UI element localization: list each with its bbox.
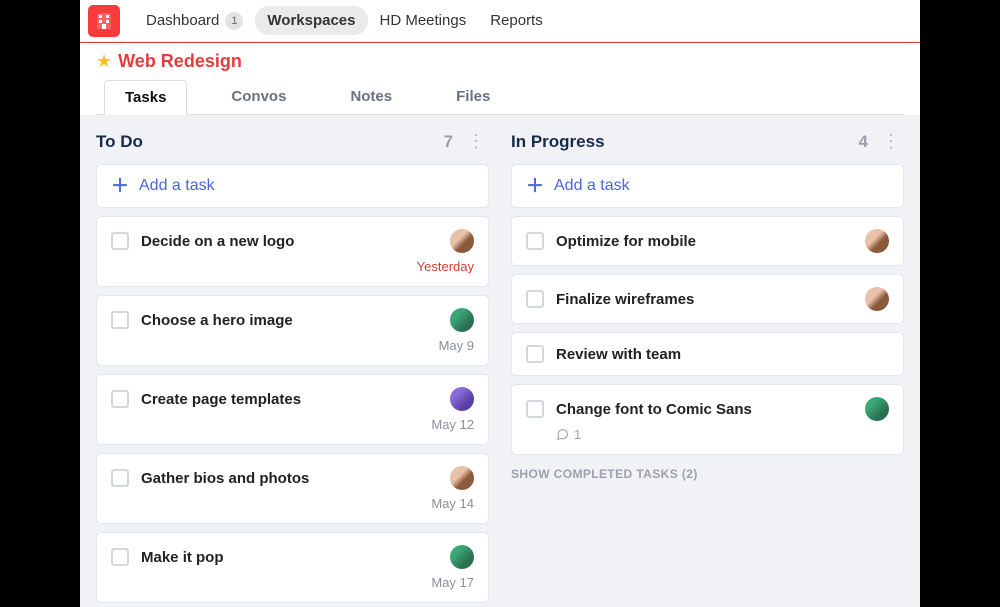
avatar[interactable]: [450, 466, 474, 490]
column-title: In Progress: [511, 132, 859, 152]
plus-icon: ＋: [526, 177, 544, 195]
add-task-label: Add a task: [554, 177, 630, 195]
board-columns: To Do 7 ⋮ ＋ Add a task Decide on a new l…: [80, 115, 920, 607]
task-title: Create page templates: [141, 391, 438, 408]
task-checkbox[interactable]: [111, 232, 129, 250]
comment-icon: [556, 428, 569, 441]
nav-workspaces[interactable]: Workspaces: [255, 6, 367, 35]
task-row: Make it pop: [111, 545, 474, 569]
task-card[interactable]: Make it pop May 17: [96, 532, 489, 603]
column-menu-icon[interactable]: ⋮: [463, 131, 489, 152]
task-due-date: Yesterday: [111, 259, 474, 274]
task-due-date: May 12: [111, 417, 474, 432]
app-frame: Dashboard 1 Workspaces HD Meetings Repor…: [80, 0, 920, 607]
top-nav: Dashboard 1 Workspaces HD Meetings Repor…: [80, 0, 920, 42]
tab-files[interactable]: Files: [436, 80, 510, 114]
task-card[interactable]: Optimize for mobile: [511, 216, 904, 266]
show-completed-button[interactable]: Show Completed Tasks (2): [511, 467, 904, 481]
task-card[interactable]: Finalize wireframes: [511, 274, 904, 324]
nav-meetings-label: HD Meetings: [380, 12, 467, 29]
add-task-button[interactable]: ＋ Add a task: [96, 164, 489, 208]
task-checkbox[interactable]: [526, 345, 544, 363]
column-count: 7: [444, 132, 453, 152]
task-title: Optimize for mobile: [556, 233, 853, 250]
column-menu-icon[interactable]: ⋮: [878, 131, 904, 152]
plus-icon: ＋: [111, 177, 129, 195]
nav-meetings[interactable]: HD Meetings: [368, 6, 479, 35]
task-card[interactable]: Choose a hero image May 9: [96, 295, 489, 366]
app-logo-icon[interactable]: [88, 5, 120, 37]
column-inprogress: In Progress 4 ⋮ ＋ Add a task Optimize fo…: [511, 131, 904, 594]
task-title: Finalize wireframes: [556, 291, 853, 308]
avatar[interactable]: [865, 397, 889, 421]
task-checkbox[interactable]: [526, 232, 544, 250]
tab-convos[interactable]: Convos: [211, 80, 306, 114]
task-due-date: May 9: [111, 338, 474, 353]
task-title: Choose a hero image: [141, 312, 438, 329]
column-header: In Progress 4 ⋮: [511, 131, 904, 152]
task-card[interactable]: Change font to Comic Sans 1: [511, 384, 904, 455]
avatar[interactable]: [865, 229, 889, 253]
column-count: 4: [859, 132, 868, 152]
project-title[interactable]: Web Redesign: [118, 51, 242, 72]
nav-dashboard-badge: 1: [225, 12, 243, 30]
avatar[interactable]: [450, 308, 474, 332]
task-card[interactable]: Gather bios and photos May 14: [96, 453, 489, 524]
task-checkbox[interactable]: [111, 390, 129, 408]
task-due-date: May 17: [111, 575, 474, 590]
star-icon[interactable]: ★: [96, 51, 112, 72]
add-task-button[interactable]: ＋ Add a task: [511, 164, 904, 208]
nav-workspaces-label: Workspaces: [267, 12, 355, 29]
project-title-row: ★ Web Redesign: [96, 51, 904, 72]
task-row: Optimize for mobile: [526, 229, 889, 253]
task-card[interactable]: Create page templates May 12: [96, 374, 489, 445]
task-title: Change font to Comic Sans: [556, 401, 853, 418]
add-task-label: Add a task: [139, 177, 215, 195]
task-checkbox[interactable]: [111, 311, 129, 329]
task-comments: 1: [556, 427, 889, 442]
task-checkbox[interactable]: [526, 290, 544, 308]
avatar[interactable]: [450, 545, 474, 569]
column-todo: To Do 7 ⋮ ＋ Add a task Decide on a new l…: [96, 131, 489, 594]
tab-notes[interactable]: Notes: [330, 80, 412, 114]
task-row: Change font to Comic Sans: [526, 397, 889, 421]
task-title: Decide on a new logo: [141, 233, 438, 250]
project-tabs: Tasks Convos Notes Files: [96, 80, 904, 115]
task-row: Decide on a new logo: [111, 229, 474, 253]
tab-tasks[interactable]: Tasks: [104, 80, 187, 115]
task-card[interactable]: Decide on a new logo Yesterday: [96, 216, 489, 287]
nav-dashboard[interactable]: Dashboard 1: [134, 6, 255, 36]
task-due-date: May 14: [111, 496, 474, 511]
task-row: Finalize wireframes: [526, 287, 889, 311]
task-card[interactable]: Review with team: [511, 332, 904, 376]
task-row: Gather bios and photos: [111, 466, 474, 490]
task-title: Review with team: [556, 346, 889, 363]
project-header: ★ Web Redesign Tasks Convos Notes Files: [80, 43, 920, 115]
nav-reports-label: Reports: [490, 12, 543, 29]
building-icon: [96, 12, 112, 30]
column-header: To Do 7 ⋮: [96, 131, 489, 152]
task-checkbox[interactable]: [111, 548, 129, 566]
nav-dashboard-label: Dashboard: [146, 12, 219, 29]
avatar[interactable]: [450, 387, 474, 411]
comment-count: 1: [574, 427, 581, 442]
task-row: Choose a hero image: [111, 308, 474, 332]
task-row: Create page templates: [111, 387, 474, 411]
task-title: Gather bios and photos: [141, 470, 438, 487]
avatar[interactable]: [450, 229, 474, 253]
column-title: To Do: [96, 132, 444, 152]
task-title: Make it pop: [141, 549, 438, 566]
avatar[interactable]: [865, 287, 889, 311]
task-checkbox[interactable]: [111, 469, 129, 487]
nav-reports[interactable]: Reports: [478, 6, 555, 35]
task-row: Review with team: [526, 345, 889, 363]
task-checkbox[interactable]: [526, 400, 544, 418]
